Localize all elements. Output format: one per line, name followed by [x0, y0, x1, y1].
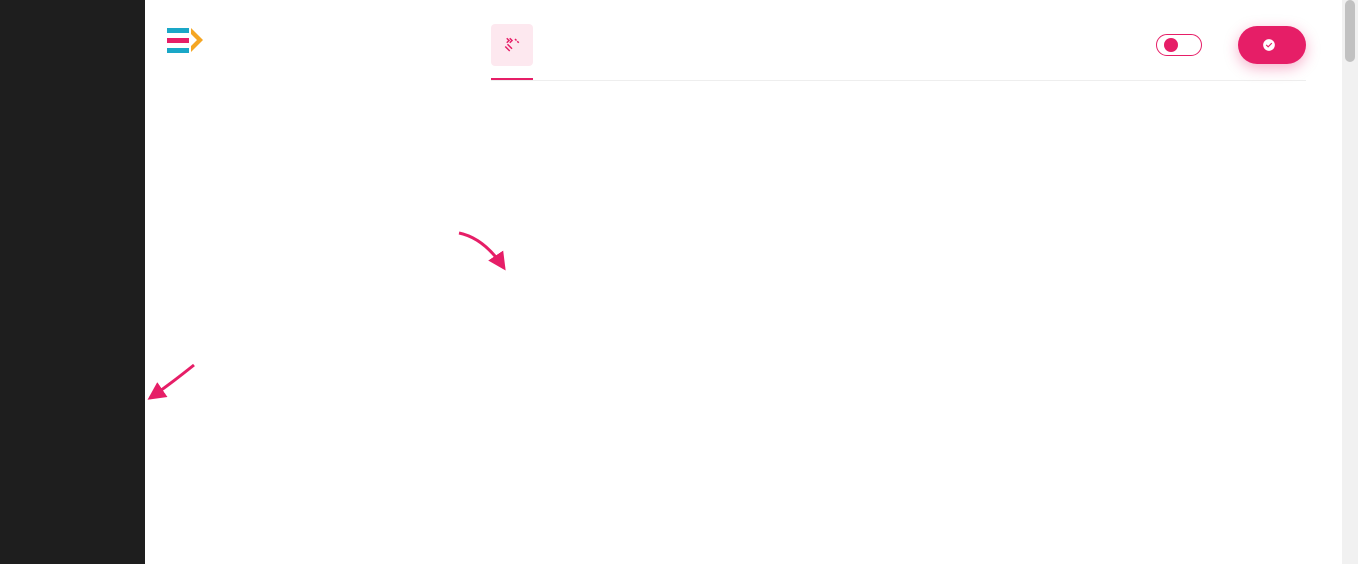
wp-admin-sidebar	[0, 0, 145, 564]
scrollbar-thumb[interactable]	[1345, 0, 1355, 62]
elementskit-logo	[145, 16, 455, 82]
header-row	[491, 24, 1306, 81]
widgets-header-icon	[491, 24, 533, 66]
scrollbar[interactable]	[1342, 0, 1358, 564]
check-circle-icon	[1262, 38, 1276, 52]
ek-settings-panel	[145, 0, 455, 564]
main-content	[455, 0, 1342, 564]
elementskit-logo-icon	[167, 28, 203, 54]
global-toggle[interactable]	[1156, 34, 1202, 56]
save-button[interactable]	[1238, 26, 1306, 64]
